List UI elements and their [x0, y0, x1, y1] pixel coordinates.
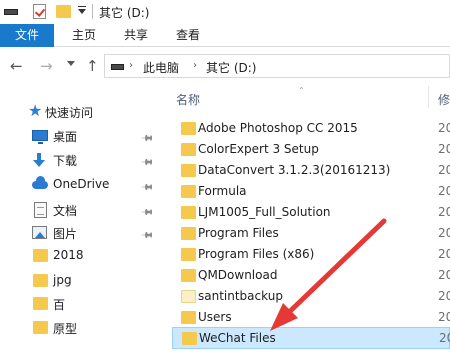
annotation-arrow — [270, 218, 387, 331]
